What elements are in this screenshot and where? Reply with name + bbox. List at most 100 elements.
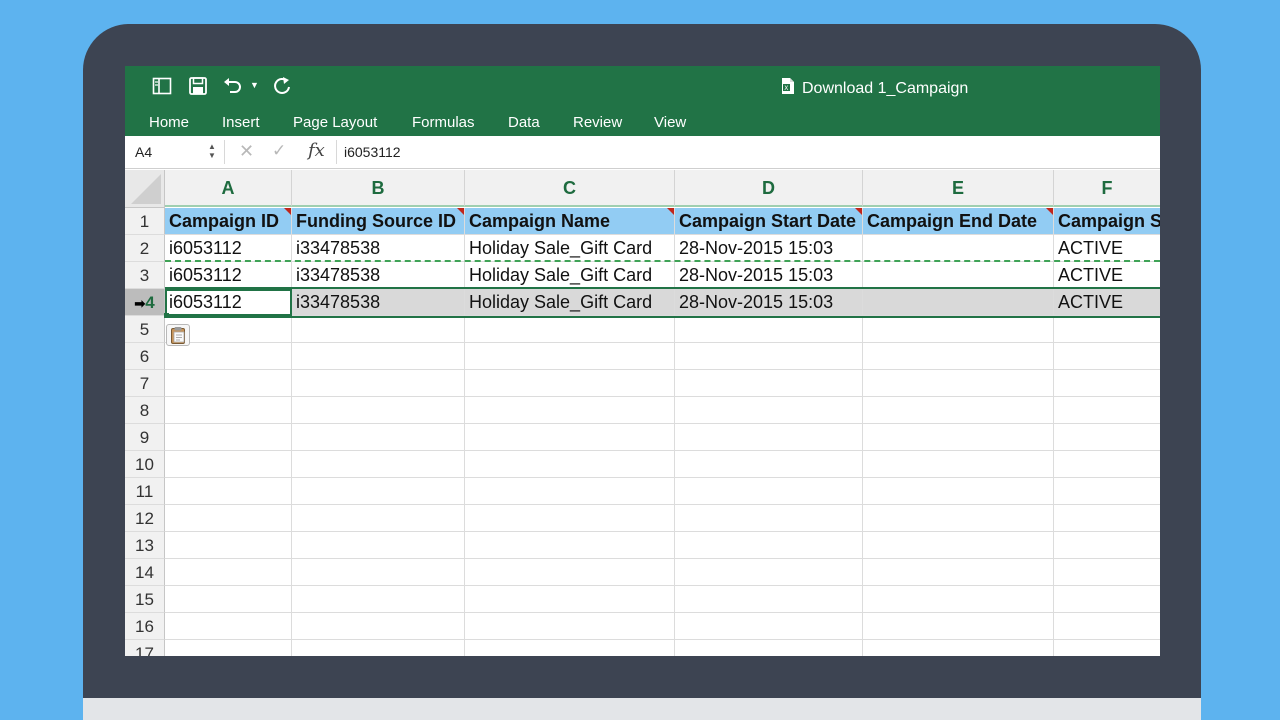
cancel-icon[interactable]: ✕ (239, 141, 254, 162)
row-header[interactable]: 15 (125, 586, 165, 613)
column-header-f[interactable]: F (1054, 170, 1160, 207)
undo-icon[interactable] (222, 76, 244, 98)
table-cell[interactable] (1054, 613, 1160, 640)
table-cell[interactable] (675, 316, 863, 343)
column-header-e[interactable]: E (863, 170, 1054, 207)
table-cell[interactable] (465, 397, 675, 424)
row-header[interactable]: 13 (125, 532, 165, 559)
table-cell[interactable] (292, 343, 465, 370)
table-cell[interactable] (863, 370, 1054, 397)
table-cell[interactable]: Holiday Sale_Gift Card (465, 235, 675, 262)
save-icon[interactable] (188, 76, 208, 98)
insert-function-icon[interactable]: fx (308, 140, 325, 161)
row-header[interactable]: 11 (125, 478, 165, 505)
table-cell[interactable] (863, 451, 1054, 478)
table-cell[interactable] (863, 424, 1054, 451)
table-cell[interactable] (863, 343, 1054, 370)
table-cell[interactable] (292, 316, 465, 343)
table-cell[interactable] (675, 613, 863, 640)
table-cell[interactable] (465, 640, 675, 656)
row-header[interactable]: 17 (125, 640, 165, 656)
table-header-cell[interactable]: Campaign ID (165, 208, 292, 235)
tab-formulas[interactable]: Formulas (412, 114, 475, 131)
table-cell[interactable] (1054, 586, 1160, 613)
table-cell[interactable] (675, 505, 863, 532)
table-cell[interactable] (675, 424, 863, 451)
sidebar-toggle-icon[interactable] (152, 76, 172, 98)
table-cell[interactable] (1054, 478, 1160, 505)
table-cell[interactable] (292, 586, 465, 613)
enter-check-icon[interactable]: ✓ (272, 141, 286, 161)
formula-input[interactable]: i6053112 (344, 144, 401, 160)
table-cell[interactable]: 28-Nov-2015 15:03 (675, 235, 863, 262)
table-cell[interactable] (1054, 532, 1160, 559)
table-cell[interactable]: i6053112 (165, 235, 292, 262)
table-cell[interactable] (165, 397, 292, 424)
table-cell[interactable] (675, 586, 863, 613)
row-header[interactable]: 14 (125, 559, 165, 586)
table-cell[interactable] (863, 478, 1054, 505)
table-cell[interactable] (675, 640, 863, 656)
redo-icon[interactable] (272, 76, 292, 98)
row-header[interactable]: 9 (125, 424, 165, 451)
table-cell[interactable] (465, 370, 675, 397)
tab-page-layout[interactable]: Page Layout (293, 114, 377, 131)
column-header-b[interactable]: B (292, 170, 465, 207)
table-cell[interactable] (465, 613, 675, 640)
table-cell[interactable] (863, 316, 1054, 343)
table-cell[interactable] (165, 613, 292, 640)
table-cell[interactable] (165, 532, 292, 559)
table-cell[interactable]: i33478538 (292, 235, 465, 262)
row-header[interactable]: 7 (125, 370, 165, 397)
row-header[interactable]: 1 (125, 208, 165, 235)
row-header[interactable]: 8 (125, 397, 165, 424)
row-header[interactable]: 10 (125, 451, 165, 478)
table-cell[interactable] (1054, 343, 1160, 370)
row-header-selected[interactable]: ➡4 (125, 289, 165, 316)
table-cell[interactable] (1054, 451, 1160, 478)
table-header-cell[interactable]: Campaign Start Date (675, 208, 863, 235)
table-cell[interactable] (292, 505, 465, 532)
table-cell[interactable] (1054, 424, 1160, 451)
name-box[interactable]: A4 (135, 144, 152, 160)
table-cell[interactable] (1054, 640, 1160, 656)
table-cell[interactable] (465, 505, 675, 532)
table-cell[interactable] (1054, 397, 1160, 424)
column-header-a[interactable]: A (165, 170, 292, 207)
column-header-d[interactable]: D (675, 170, 863, 207)
table-cell[interactable] (1054, 559, 1160, 586)
table-cell[interactable]: Holiday Sale_Gift Card (465, 262, 675, 289)
column-header-c[interactable]: C (465, 170, 675, 207)
row-header[interactable]: 16 (125, 613, 165, 640)
table-cell[interactable] (863, 262, 1054, 289)
table-cell[interactable] (292, 559, 465, 586)
table-cell[interactable] (292, 640, 465, 656)
table-cell[interactable]: 28-Nov-2015 15:03 (675, 262, 863, 289)
table-cell[interactable] (165, 451, 292, 478)
table-cell[interactable] (465, 559, 675, 586)
table-header-cell[interactable]: Funding Source ID (292, 208, 465, 235)
table-cell[interactable] (675, 397, 863, 424)
table-cell[interactable] (1054, 370, 1160, 397)
table-header-cell[interactable]: Campaign St (1054, 208, 1160, 235)
table-cell[interactable] (1054, 505, 1160, 532)
table-cell[interactable] (292, 451, 465, 478)
name-box-stepper-icon[interactable]: ▲ ▼ (207, 142, 217, 162)
row-header[interactable]: 3 (125, 262, 165, 289)
table-cell[interactable] (165, 343, 292, 370)
table-cell[interactable] (165, 424, 292, 451)
table-header-cell[interactable]: Campaign End Date (863, 208, 1054, 235)
table-cell[interactable] (292, 478, 465, 505)
table-cell[interactable] (1054, 316, 1160, 343)
table-cell[interactable] (863, 559, 1054, 586)
table-cell[interactable] (465, 316, 675, 343)
table-cell[interactable] (863, 640, 1054, 656)
row-header[interactable]: 2 (125, 235, 165, 262)
paste-options-icon[interactable] (166, 324, 190, 346)
table-cell[interactable] (863, 235, 1054, 262)
tab-home[interactable]: Home (149, 114, 189, 131)
table-cell[interactable] (675, 451, 863, 478)
table-cell[interactable]: i33478538 (292, 262, 465, 289)
table-cell[interactable]: ACTIVE (1054, 262, 1160, 289)
table-cell[interactable] (165, 505, 292, 532)
